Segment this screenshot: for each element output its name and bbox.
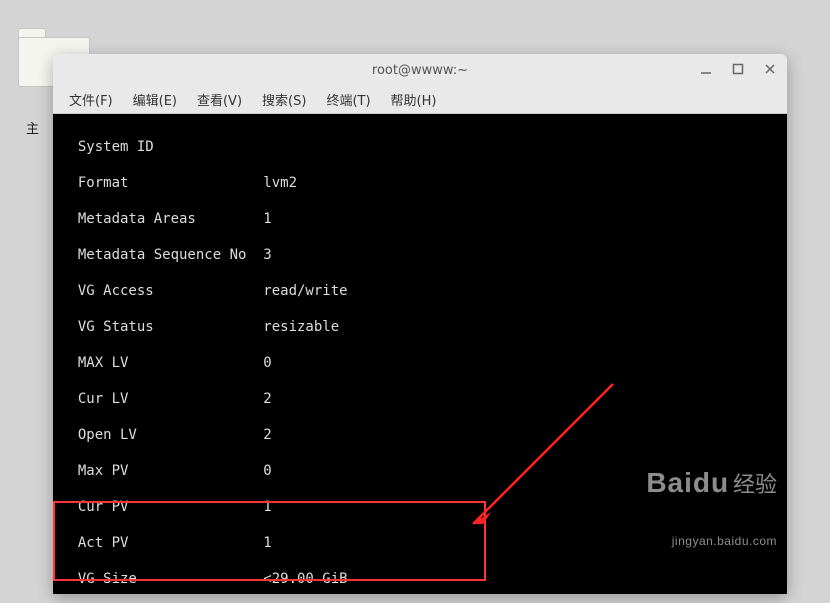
terminal-window: root@wwww:~ 文件(F) 编辑(E) 查看(V) 搜索(S) 终端(T…	[53, 54, 787, 594]
terminal-line: Open LV 2	[61, 426, 779, 444]
terminal-content[interactable]: System ID Format lvm2 Metadata Areas 1 M…	[53, 114, 787, 594]
terminal-line: Act PV 1	[61, 534, 779, 552]
window-titlebar: root@wwww:~	[53, 54, 787, 86]
menu-file[interactable]: 文件(F)	[61, 87, 121, 112]
terminal-line: Metadata Areas 1	[61, 210, 779, 228]
close-button[interactable]	[761, 60, 779, 78]
menu-terminal[interactable]: 终端(T)	[318, 87, 378, 112]
window-controls	[697, 60, 779, 78]
menu-edit[interactable]: 编辑(E)	[125, 87, 185, 112]
terminal-line: Format lvm2	[61, 174, 779, 192]
terminal-line: System ID	[61, 138, 779, 156]
menubar: 文件(F) 编辑(E) 查看(V) 搜索(S) 终端(T) 帮助(H)	[53, 86, 787, 114]
terminal-line: Max PV 0	[61, 462, 779, 480]
terminal-line: VG Access read/write	[61, 282, 779, 300]
window-title: root@wwww:~	[372, 63, 468, 78]
terminal-line: VG Status resizable	[61, 318, 779, 336]
minimize-button[interactable]	[697, 60, 715, 78]
menu-search[interactable]: 搜索(S)	[254, 87, 314, 112]
terminal-line: VG Size <29.00 GiB	[61, 570, 779, 588]
terminal-line: MAX LV 0	[61, 354, 779, 372]
maximize-button[interactable]	[729, 60, 747, 78]
terminal-line: Cur PV 1	[61, 498, 779, 516]
menu-help[interactable]: 帮助(H)	[383, 87, 445, 112]
terminal-line: Metadata Sequence No 3	[61, 246, 779, 264]
terminal-line: Cur LV 2	[61, 390, 779, 408]
menu-view[interactable]: 查看(V)	[189, 87, 250, 112]
desktop-folder-label: 主	[26, 118, 39, 137]
